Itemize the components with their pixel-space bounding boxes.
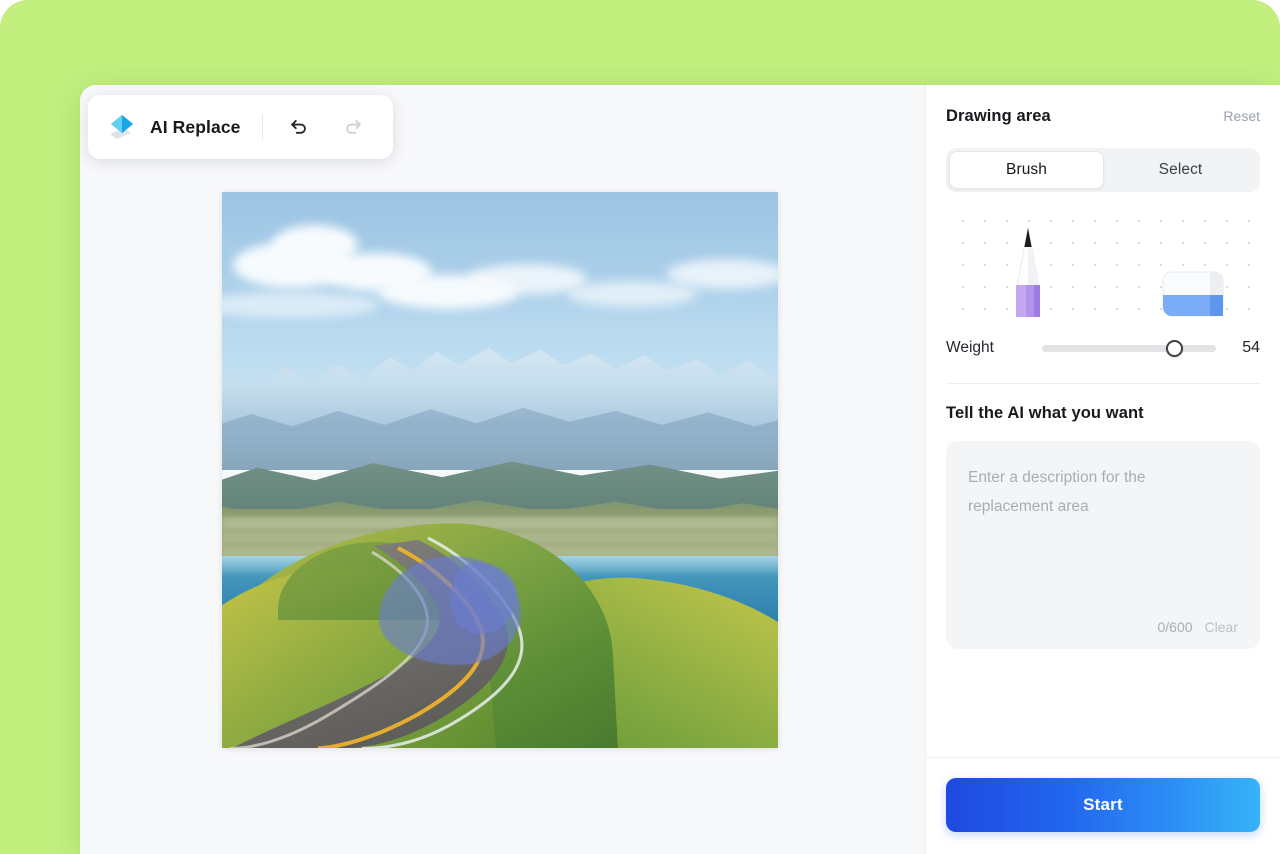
tab-select[interactable]: Select <box>1104 151 1257 189</box>
eraser-tool-icon[interactable] <box>1162 271 1224 317</box>
reset-button[interactable]: Reset <box>1223 108 1260 124</box>
tool-preview-stage <box>946 202 1260 319</box>
prompt-title: Tell the AI what you want <box>946 404 1144 422</box>
prompt-footer: 0/600 Clear <box>1157 619 1238 635</box>
redo-button[interactable] <box>335 109 371 145</box>
prompt-textarea[interactable]: Enter a description for the replacement … <box>946 441 1260 649</box>
undo-button[interactable] <box>281 109 317 145</box>
tab-brush[interactable]: Brush <box>949 151 1104 189</box>
undo-arrow-icon <box>288 114 310 141</box>
pen-tool-icon[interactable] <box>1006 225 1050 319</box>
weight-control: Weight 54 <box>946 331 1260 365</box>
prompt-placeholder: Enter a description for the replacement … <box>968 469 1146 516</box>
panel-footer: Start <box>926 757 1280 854</box>
editor-toolbar: AI Replace <box>88 95 394 159</box>
toolbar-divider <box>262 114 264 140</box>
weight-slider-thumb[interactable] <box>1165 339 1183 357</box>
screen-root: AI Replace Drawing area Reset Brush Sele… <box>0 0 1280 854</box>
weight-label: Weight <box>946 339 994 356</box>
drawing-area-header: Drawing area Reset <box>946 107 1260 126</box>
eraser-diamond-icon <box>106 112 136 142</box>
landscape-photo <box>222 192 778 748</box>
panel-divider <box>946 383 1260 384</box>
weight-slider-track <box>1042 344 1216 352</box>
start-button[interactable]: Start <box>946 778 1260 832</box>
tool-panel-scroll: Drawing area Reset Brush Select Weight 5… <box>926 85 1280 757</box>
app-title: AI Replace <box>150 116 241 137</box>
drawing-area-title: Drawing area <box>946 107 1051 125</box>
tool-panel: Drawing area Reset Brush Select Weight 5… <box>925 85 1280 854</box>
weight-value: 54 <box>1242 339 1260 356</box>
redo-arrow-icon <box>342 114 364 141</box>
app-window: AI Replace Drawing area Reset Brush Sele… <box>80 85 1280 854</box>
character-counter: 0/600 <box>1157 619 1193 635</box>
clear-button[interactable]: Clear <box>1205 619 1238 635</box>
editing-canvas[interactable] <box>222 192 778 748</box>
canvas-pane[interactable]: AI Replace <box>80 85 925 854</box>
weight-slider[interactable] <box>1042 337 1216 359</box>
mode-segmented-control: Brush Select <box>946 148 1260 192</box>
